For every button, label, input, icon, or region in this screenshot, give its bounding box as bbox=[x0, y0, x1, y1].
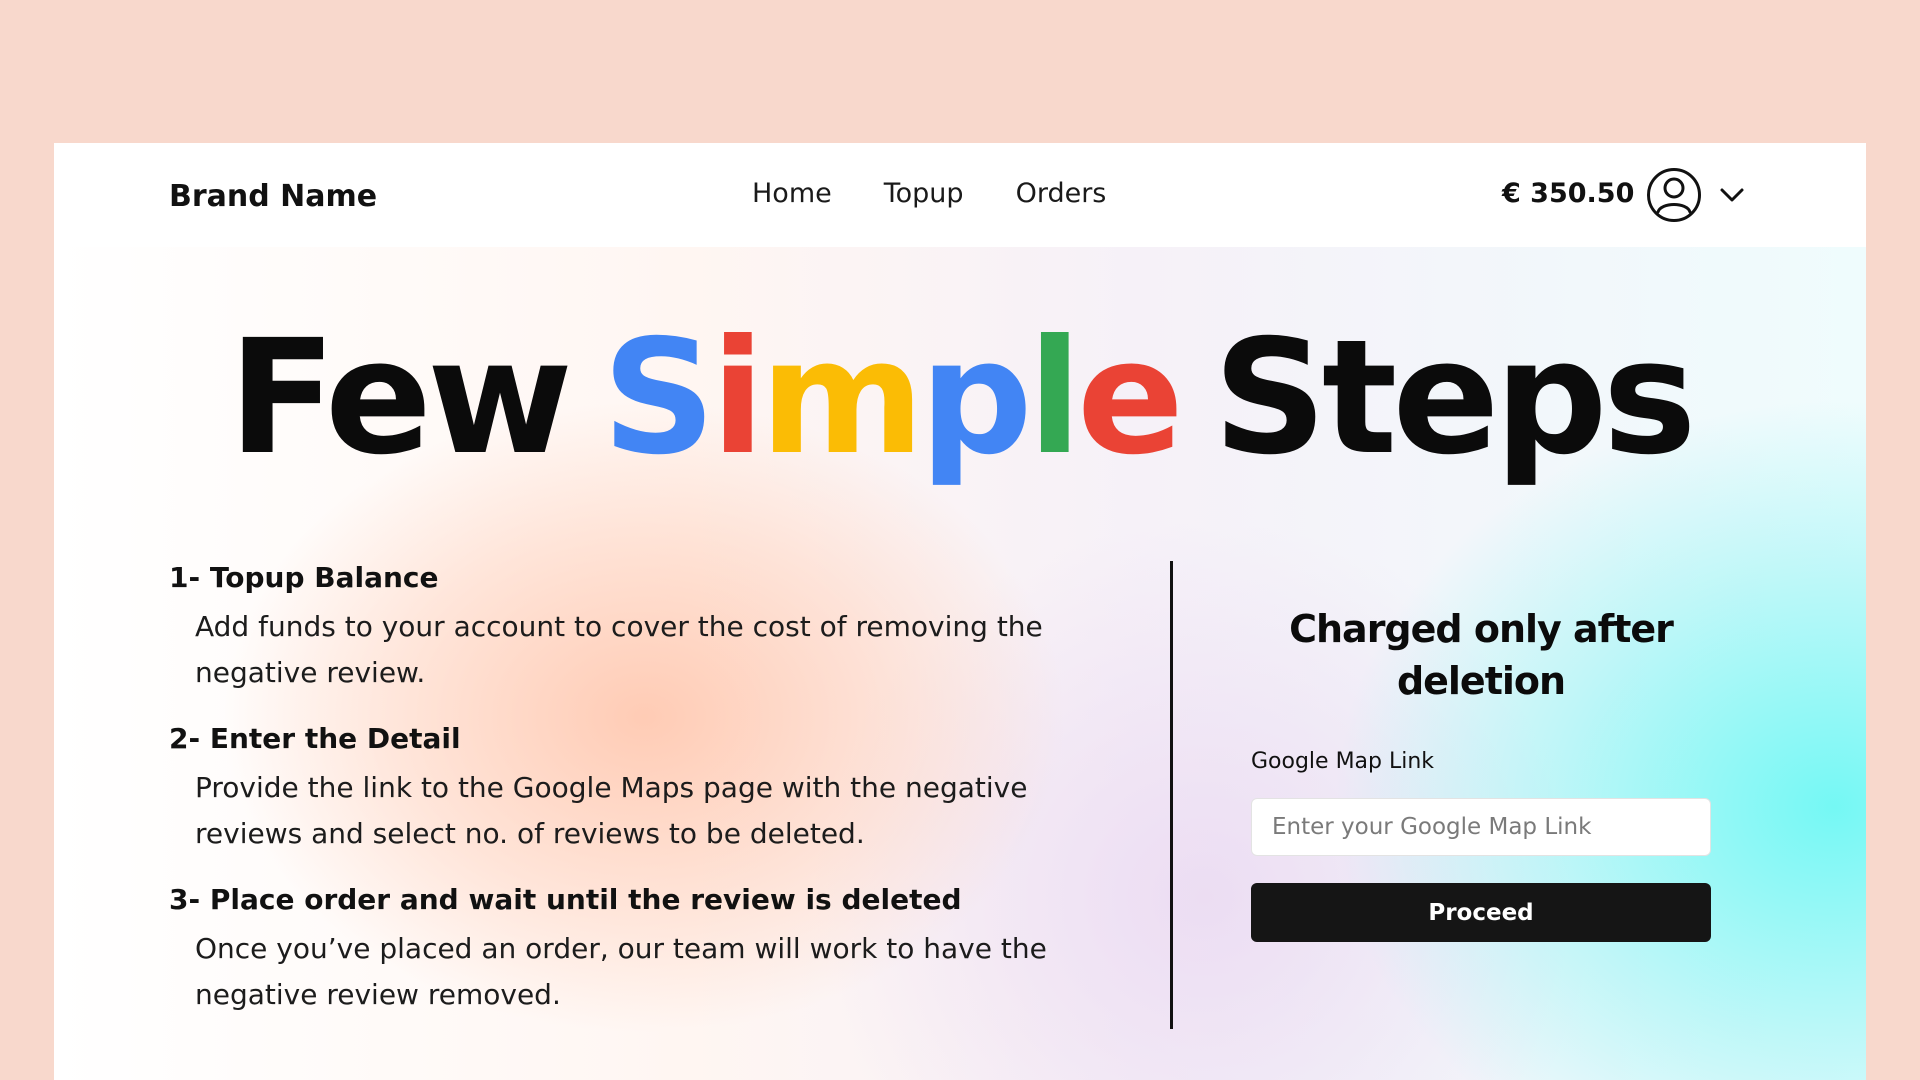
proceed-button[interactable]: Proceed bbox=[1251, 883, 1711, 942]
step-description: Add funds to your account to cover the c… bbox=[195, 610, 1043, 689]
headline-letter: l bbox=[1027, 306, 1082, 490]
step-title: 1- Topup Balance bbox=[169, 561, 439, 594]
step-item: 3- Place order and wait until the review… bbox=[169, 883, 1109, 1018]
google-map-link-input[interactable] bbox=[1251, 798, 1711, 856]
step-description: Provide the link to the Google Maps page… bbox=[195, 771, 1028, 850]
brand-name[interactable]: Brand Name bbox=[169, 179, 377, 214]
order-panel: Charged only after deletion Google Map L… bbox=[1251, 603, 1711, 942]
steps-list: 1- Topup Balance Add funds to your accou… bbox=[169, 561, 1109, 1044]
headline-letter: S bbox=[601, 306, 716, 490]
headline: Few Simple Steps bbox=[54, 319, 1866, 477]
panel-title: Charged only after deletion bbox=[1289, 607, 1674, 703]
step-title: 3- Place order and wait until the review… bbox=[169, 883, 962, 916]
headline-word-few: Few bbox=[228, 306, 573, 490]
nav-link-orders[interactable]: Orders bbox=[1016, 178, 1107, 209]
step-item: 1- Topup Balance Add funds to your accou… bbox=[169, 561, 1109, 696]
nav-link-topup[interactable]: Topup bbox=[884, 178, 964, 209]
headline-letter: e bbox=[1076, 306, 1184, 490]
step-title: 2- Enter the Detail bbox=[169, 722, 461, 755]
headline-word-steps: Steps bbox=[1213, 306, 1697, 490]
app-frame: Brand Name Home Topup Orders € 350.50 Fe… bbox=[54, 143, 1866, 1080]
navbar: Brand Name Home Topup Orders € 350.50 bbox=[54, 143, 1866, 247]
user-circle-icon[interactable] bbox=[1646, 167, 1702, 223]
headline-letter: i bbox=[710, 306, 765, 490]
step-description: Once you’ve placed an order, our team wi… bbox=[195, 932, 1047, 1011]
headline-letter: p bbox=[919, 306, 1033, 490]
vertical-divider bbox=[1170, 561, 1173, 1029]
step-item: 2- Enter the Detail Provide the link to … bbox=[169, 722, 1109, 857]
headline-letter: m bbox=[759, 306, 925, 490]
nav-links: Home Topup Orders bbox=[752, 178, 1106, 209]
nav-link-home[interactable]: Home bbox=[752, 178, 832, 209]
google-map-link-label: Google Map Link bbox=[1251, 749, 1435, 774]
balance-amount: € 350.50 bbox=[1502, 178, 1635, 209]
chevron-down-icon[interactable] bbox=[1718, 181, 1746, 209]
